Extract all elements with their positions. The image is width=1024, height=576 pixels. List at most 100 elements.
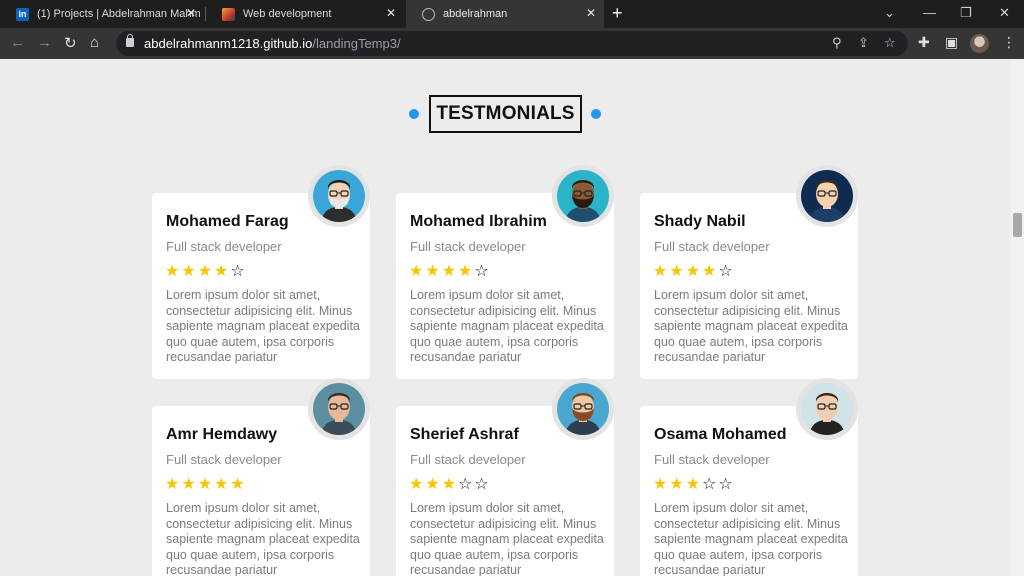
star-filled-icon: ★ [181,476,198,493]
avatar [313,383,365,435]
star-filled-icon: ★ [409,476,426,493]
star-empty-icon: ☆ [458,476,475,493]
back-icon[interactable]: ← [10,34,25,51]
star-empty-icon: ☆ [718,263,735,280]
avatar [801,383,853,435]
tab-web-development[interactable]: Web development ✕ [206,0,404,28]
star-filled-icon: ★ [669,476,686,493]
menu-icon[interactable]: ⋮ [1002,34,1016,51]
testimonial-role: Full stack developer [654,452,770,467]
section-header: TESTMONIALS [0,95,1011,133]
star-filled-icon: ★ [425,263,442,280]
star-filled-icon: ★ [214,263,231,280]
testimonial-role: Full stack developer [166,239,282,254]
avatar-pink-glasses-icon [308,378,370,440]
star-empty-icon: ☆ [230,263,247,280]
title-dot-right [591,109,601,119]
star-empty-icon: ☆ [474,263,491,280]
star-rating: ★★★★☆ [165,261,247,281]
zoom-icon[interactable]: ⚲ [832,35,842,51]
scrollbar-thumb[interactable] [1013,213,1022,237]
tab-abdelrahman[interactable]: abdelrahman ✕ [406,0,604,28]
star-filled-icon: ★ [425,476,442,493]
tab-linkedin[interactable]: in (1) Projects | Abdelrahman Mahm ✕ [0,0,204,28]
star-filled-icon: ★ [441,476,459,493]
testimonial-name: Amr Hemdawy [166,426,278,443]
testimonial-role: Full stack developer [410,239,526,254]
bookmark-star-icon[interactable]: ☆ [884,35,896,51]
close-icon[interactable]: ✕ [386,6,396,20]
avatar-sunglasses-icon [552,165,614,227]
star-empty-icon: ☆ [702,476,719,493]
tab-search-icon[interactable]: ⌄ [884,5,895,21]
tab-strip: in (1) Projects | Abdelrahman Mahm ✕ Web… [0,0,1024,28]
star-filled-icon: ★ [409,263,426,280]
profile-avatar[interactable] [970,34,989,53]
avatar-glasses-icon [796,165,858,227]
star-filled-icon: ★ [653,263,670,280]
avatar-aviator-icon [796,378,858,440]
avatar [557,170,609,222]
window-close-icon[interactable]: ✕ [999,5,1010,21]
star-empty-icon: ☆ [718,476,735,493]
side-panel-icon[interactable]: ▣ [945,34,958,51]
restore-icon[interactable]: ❐ [960,5,972,21]
star-filled-icon: ★ [165,263,182,280]
url-text: abdelrahmanm1218.github.io/landingTemp3/ [144,36,401,51]
extensions-icon[interactable]: ✚ [918,34,930,51]
testimonial-name: Osama Mohamed [654,426,787,443]
testimonial-name: Shady Nabil [654,213,746,230]
testimonial-text: Lorem ipsum dolor sit amet, consectetur … [410,501,604,576]
tab-title: Web development [243,8,332,20]
star-filled-icon: ★ [458,263,475,280]
testimonial-text: Lorem ipsum dolor sit amet, consectetur … [410,288,604,364]
new-tab-button[interactable]: + [612,3,623,24]
star-filled-icon: ★ [653,476,670,493]
share-icon[interactable]: ⇪ [858,35,869,51]
star-rating: ★★★☆☆ [409,474,491,494]
section-title: TESTMONIALS [429,95,582,133]
testimonial-text: Lorem ipsum dolor sit amet, consectetur … [166,288,360,364]
linkedin-icon: in [16,7,29,21]
address-bar[interactable]: abdelrahmanm1218.github.io/landingTemp3/… [116,31,908,56]
testimonial-name: Mohamed Ibrahim [410,213,547,230]
testimonial-role: Full stack developer [654,239,770,254]
star-filled-icon: ★ [685,476,703,493]
star-filled-icon: ★ [181,263,198,280]
testimonial-name: Sherief Ashraf [410,426,519,443]
star-filled-icon: ★ [669,263,686,280]
close-icon[interactable]: ✕ [586,6,596,20]
reload-icon[interactable]: ↻ [64,34,77,52]
page-scrollbar[interactable] [1011,59,1024,576]
star-filled-icon: ★ [230,476,247,493]
browser-toolbar: ← → ↻ ⌂ abdelrahmanm1218.github.io/landi… [0,28,1024,59]
star-filled-icon: ★ [197,476,215,493]
avatar-beard-icon [552,378,614,440]
testimonial-role: Full stack developer [166,452,282,467]
avatar [801,170,853,222]
star-filled-icon: ★ [197,263,215,280]
forward-icon[interactable]: → [37,34,52,51]
tab-title: (1) Projects | Abdelrahman Mahm [37,8,201,20]
star-filled-icon: ★ [165,476,182,493]
star-filled-icon: ★ [214,476,231,493]
globe-icon [422,7,435,21]
star-rating: ★★★★☆ [653,261,735,281]
avatar [313,170,365,222]
star-rating: ★★★☆☆ [653,474,735,494]
star-filled-icon: ★ [441,263,459,280]
lock-icon [126,34,134,47]
star-filled-icon: ★ [702,263,719,280]
minimize-icon[interactable]: — [923,5,936,20]
star-rating: ★★★★☆ [409,261,491,281]
star-filled-icon: ★ [685,263,703,280]
page-content: TESTMONIALS Mohamed Farag Full stack deve… [0,59,1011,576]
testimonial-role: Full stack developer [410,452,526,467]
avatar [557,383,609,435]
close-icon[interactable]: ✕ [186,6,196,20]
home-icon[interactable]: ⌂ [90,34,99,51]
testimonial-text: Lorem ipsum dolor sit amet, consectetur … [654,501,848,576]
star-rating: ★★★★★ [165,474,247,494]
avatar-beard-glasses-icon [308,165,370,227]
star-empty-icon: ☆ [474,476,491,493]
